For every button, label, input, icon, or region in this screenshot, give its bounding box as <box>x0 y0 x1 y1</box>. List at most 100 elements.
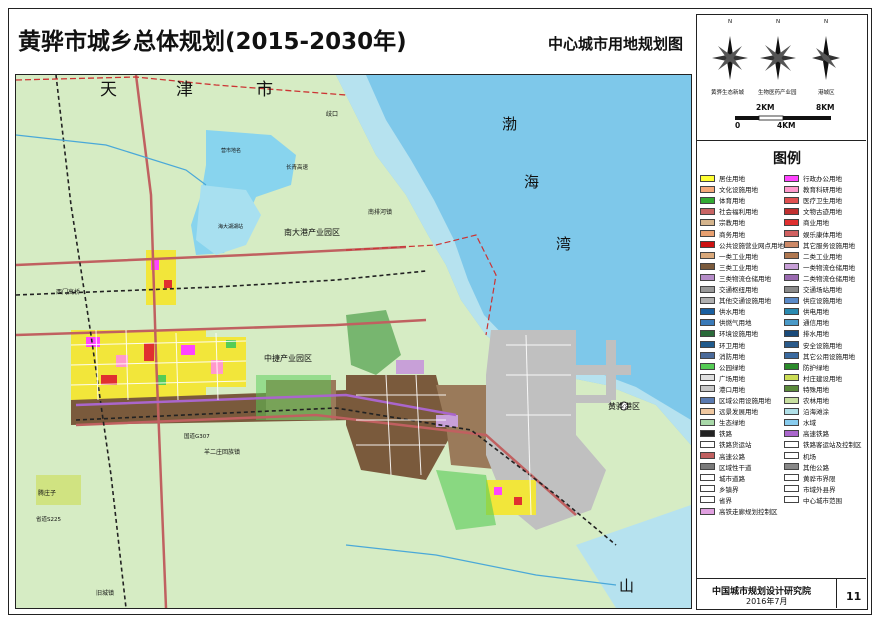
legend-swatch <box>784 307 799 315</box>
legend-swatch <box>700 318 715 326</box>
legend-swatch <box>700 452 715 459</box>
legend-swatch <box>784 374 799 382</box>
legend-item: 二类工业用地 <box>784 251 842 261</box>
scale-0: 0 <box>735 121 741 130</box>
legend-item: 高速公路 <box>700 451 745 461</box>
legend-swatch <box>700 352 715 360</box>
legend-item: 广场用地 <box>700 373 745 383</box>
legend-label: 文物古迹用地 <box>803 208 842 217</box>
scale-8km: 8KM <box>816 103 835 112</box>
scale-4km: 4KM <box>777 121 796 130</box>
label-qikou: 歧口 <box>326 111 339 118</box>
legend-swatch <box>784 185 799 193</box>
legend-label: 文化设施用地 <box>719 186 758 195</box>
divider-footer-page <box>836 578 837 608</box>
legend-item: 防护绿地 <box>784 362 829 372</box>
legend-swatch <box>700 307 715 315</box>
legend-item: 教育科研用地 <box>784 184 842 194</box>
commerce-block-1 <box>144 343 154 361</box>
legend-item: 沿海滩涂 <box>784 406 829 416</box>
legend-swatch <box>784 396 799 404</box>
legend-label: 其它服务设施用地 <box>803 241 855 250</box>
legend-label: 中心城市范围 <box>803 496 842 505</box>
legend-swatch <box>700 463 715 471</box>
legend-swatch <box>784 485 799 493</box>
legend-item: 其它服务设施用地 <box>784 240 855 250</box>
legend-swatch <box>700 174 715 182</box>
legend-swatch <box>784 252 799 260</box>
compass-rose-icon <box>812 36 840 80</box>
legend-swatch <box>700 241 715 249</box>
legend-label: 交通枢纽用地 <box>719 286 758 294</box>
legend-item: 商业用地 <box>784 217 829 227</box>
legend-label: 铁路货运站 <box>719 441 752 450</box>
legend-swatch <box>784 274 799 282</box>
label-guodao: 国道G307 <box>184 434 210 440</box>
land-use-map: 天 津 市 渤 海 湾 山 南大港产业园区 中捷产业园区 黄骅港区 歧口 南排河… <box>15 74 692 609</box>
legend-label: 公共设施营业网点用地 <box>719 241 784 250</box>
legend-item: 一类物流仓储用地 <box>784 262 855 272</box>
legend-item: 交通场站用地 <box>784 284 842 294</box>
legend-item: 供应设施用地 <box>784 295 842 305</box>
legend-label: 高铁走廊规划控制区 <box>719 508 778 516</box>
legend-item: 供燃气用地 <box>700 317 752 327</box>
compass-north-1: N <box>728 19 733 25</box>
scale-2km: 2KM <box>756 103 775 112</box>
legend-item: 公共设施营业网点用地 <box>700 240 784 250</box>
legend-swatch <box>700 429 715 437</box>
legend-item: 黄骅市界限 <box>784 473 836 483</box>
legend-label: 铁路客运站及控制区 <box>803 441 862 450</box>
legend-label: 供燃气用地 <box>719 319 752 328</box>
legend-label: 通信用地 <box>803 319 829 328</box>
legend-label: 省界 <box>719 496 732 505</box>
legend-item: 生态绿地 <box>700 417 745 427</box>
commerce-block-2 <box>101 375 117 385</box>
legend-label: 二类工业用地 <box>803 252 842 261</box>
legend-label: 供电用地 <box>803 308 829 317</box>
legend-swatch <box>784 207 799 215</box>
legend-item: 省界 <box>700 495 732 505</box>
legend-label: 三类工业用地 <box>719 263 758 272</box>
legend-label: 机场 <box>803 452 816 461</box>
legend-swatch <box>784 341 799 348</box>
legend-label: 生态绿地 <box>719 419 745 428</box>
legend-item: 铁路客运站及控制区 <box>784 439 862 449</box>
residential-port <box>486 480 536 515</box>
legend-label: 防护绿地 <box>803 363 829 372</box>
legend-item: 远景发展用地 <box>700 406 758 416</box>
legend-item: 城市道路 <box>700 473 745 483</box>
legend-item: 三类工业用地 <box>700 262 758 272</box>
legend-item: 文化设施用地 <box>700 184 758 194</box>
label-tengzhuang: 腾庄子 <box>38 490 57 497</box>
legend-item: 体育用地 <box>700 195 745 205</box>
divider-footer <box>696 578 866 579</box>
legend-item: 行政办公用地 <box>784 173 842 183</box>
legend-swatch <box>784 463 799 471</box>
label-shan: 山 <box>619 577 635 595</box>
label-huanghualu: 西门高桥 <box>56 289 81 296</box>
legend-item: 环卫用地 <box>700 340 745 350</box>
label-guanzhaohu: 营市地名 <box>221 148 242 154</box>
legend-swatch <box>700 385 715 393</box>
legend-swatch <box>784 263 799 271</box>
legend-label: 公园绿地 <box>719 363 745 372</box>
legend-label: 娱乐康体用地 <box>803 230 842 239</box>
legend-label: 港口用地 <box>719 385 745 394</box>
legend-swatch <box>784 329 799 337</box>
label-changqing: 长青高速 <box>286 165 309 171</box>
legend-label: 商务用地 <box>719 230 745 239</box>
legend-label: 城市道路 <box>719 474 745 483</box>
legend-item: 二类物流仓储用地 <box>784 273 855 283</box>
compass-caption-1: 黄骅生态新城 <box>711 90 745 96</box>
legend-swatch <box>784 352 799 360</box>
legend-item: 特殊用地 <box>784 384 829 394</box>
legend-label: 供应设施用地 <box>803 297 842 306</box>
label-tianjin-2: 津 <box>176 80 193 100</box>
legend-label: 供水用地 <box>719 308 745 317</box>
legend-swatch <box>700 496 715 504</box>
legend-swatch <box>784 474 799 482</box>
legend-label: 交通场站用地 <box>803 286 842 294</box>
legend-label: 环卫用地 <box>719 341 745 350</box>
legend-label: 社会福利用地 <box>719 208 758 217</box>
legend-swatch <box>784 218 799 226</box>
